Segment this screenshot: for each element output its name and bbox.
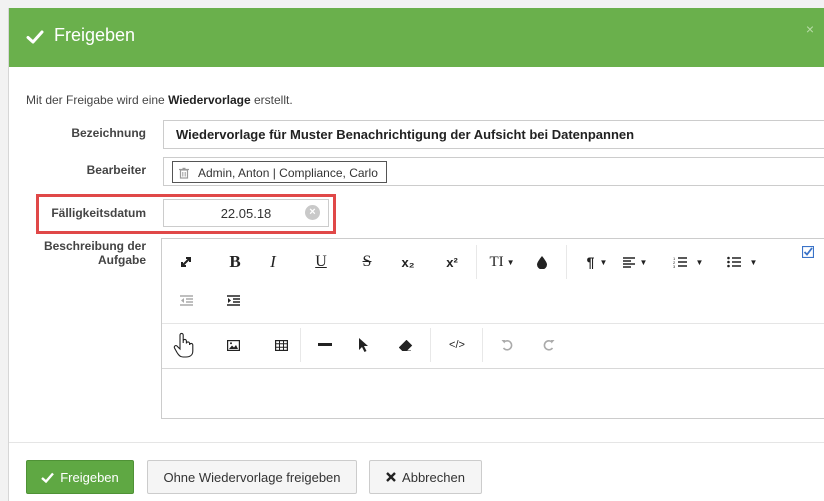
approve-without-followup-label: Ohne Wiedervorlage freigeben [163,469,341,485]
intro-bold: Wiedervorlage [168,93,251,107]
checkbox-icon[interactable] [798,239,818,265]
rich-text-editor: B I U S x₂ x² TI ▼ ¶ ▼ ▼ 12 3 ▼ ▼ </> [161,238,824,419]
caret-down-icon: ▼ [506,257,515,267]
subscript-button[interactable]: x₂ [393,245,423,279]
description-edit-area[interactable] [162,369,824,419]
clear-date-icon[interactable]: × [305,205,320,220]
intro-text: Mit der Freigabe wird eine Wiedervorlage… [26,93,293,107]
undo-icon[interactable] [496,328,518,362]
horizontal-rule-icon[interactable] [313,328,337,362]
toolbar-divider-line [162,323,824,324]
dialog-header: Freigeben × [9,8,824,67]
toolbar-row-1: B I U S x₂ x² TI ▼ ¶ ▼ ▼ 12 3 ▼ ▼ [162,245,824,279]
dialog-title: Freigeben [54,25,136,45]
faelligkeit-label: Fälligkeitsdatum [51,206,146,220]
toolbar-divider [300,328,301,362]
intro-prefix: Mit der Freigabe wird eine [26,93,169,107]
check-icon [26,30,44,44]
bearbeiter-field[interactable]: Admin, Anton | Compliance, Carlo [163,157,824,186]
caret-down-icon: ▼ [599,257,608,267]
approve-button[interactable]: Freigeben [26,460,134,494]
toolbar-divider [482,328,483,362]
cursor-select-icon[interactable] [352,328,374,362]
trash-icon[interactable] [178,167,190,179]
intro-suffix: erstellt. [250,93,293,107]
bezeichnung-label: Bezeichnung [71,126,146,140]
cancel-button-label: Abbrechen [402,469,465,485]
unordered-list-dropdown[interactable]: ▼ [722,245,762,279]
close-button[interactable]: × [806,21,814,37]
paragraph-dropdown[interactable]: ¶ ▼ [580,245,614,279]
bullet-list-icon [726,256,741,268]
toolbar-row-2 [162,283,824,317]
eraser-icon[interactable] [394,328,418,362]
image-icon[interactable] [222,328,244,362]
fullscreen-icon[interactable] [173,245,199,279]
beschreibung-label-2: Aufgabe [98,253,146,267]
bezeichnung-input[interactable]: Wiedervorlage für Muster Benachrichtigun… [163,120,824,149]
ordered-list-dropdown[interactable]: 123 ▼ [668,245,708,279]
caret-down-icon: ▼ [695,257,704,267]
toolbar-divider [430,328,431,362]
close-icon [386,472,396,482]
ordered-list-icon: 123 [673,256,687,268]
footer-divider [9,442,824,443]
hand-cursor-icon [170,328,198,362]
font-size-label: TI [489,253,504,270]
outdent-icon[interactable] [175,283,197,317]
bold-button[interactable]: B [222,245,248,279]
cancel-button[interactable]: Abbrechen [369,460,482,494]
caret-down-icon: ▼ [749,257,758,267]
bearbeiter-tag-label: Admin, Anton | Compliance, Carlo [198,166,378,180]
redo-icon[interactable] [538,328,560,362]
table-icon[interactable] [270,328,292,362]
toolbar-row-3: </> [162,328,824,362]
align-left-icon [622,256,635,268]
toolbar-divider [566,245,567,279]
underline-button[interactable]: U [308,245,334,279]
beschreibung-label-1: Beschreibung der [43,239,146,253]
bearbeiter-tag[interactable]: Admin, Anton | Compliance, Carlo [172,161,387,183]
bearbeiter-label: Bearbeiter [86,163,146,177]
toolbar-divider [476,245,477,279]
italic-button[interactable]: I [260,245,286,279]
approve-without-followup-button[interactable]: Ohne Wiedervorlage freigeben [147,460,357,494]
approve-button-label: Freigeben [60,469,119,485]
indent-icon[interactable] [222,283,244,317]
superscript-button[interactable]: x² [437,245,467,279]
strikethrough-button[interactable]: S [354,245,380,279]
paragraph-icon: ¶ [586,254,595,270]
color-drop-icon[interactable] [530,245,554,279]
caret-down-icon: ▼ [639,257,648,267]
align-dropdown[interactable]: ▼ [618,245,652,279]
svg-text:3: 3 [673,264,676,268]
approval-dialog: Freigeben × Mit der Freigabe wird eine W… [8,8,824,501]
check-icon [41,472,55,483]
code-view-button[interactable]: </> [442,328,472,362]
font-size-dropdown[interactable]: TI ▼ [484,245,520,279]
